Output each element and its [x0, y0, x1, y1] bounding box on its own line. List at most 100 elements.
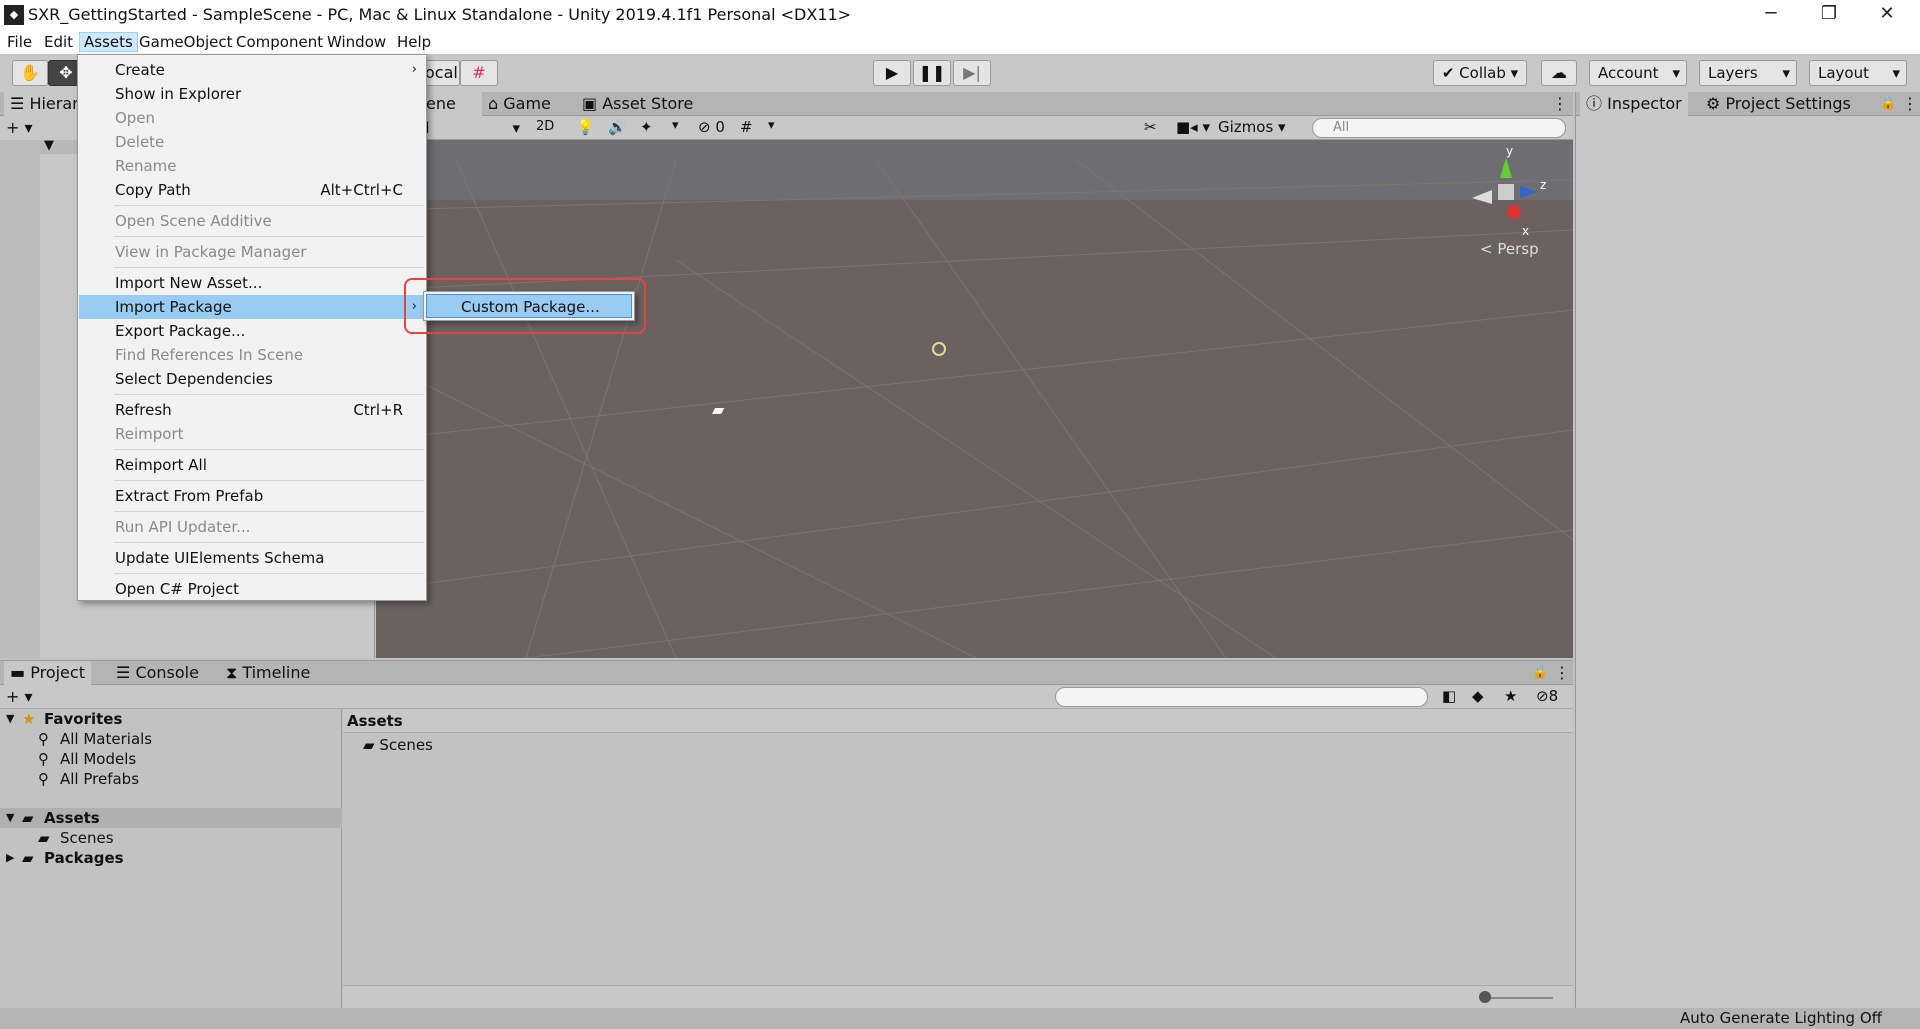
menu-item-open-csharp-project[interactable]: Open C# Project	[79, 577, 425, 601]
panel-menu-icon[interactable]: ⋮	[1546, 92, 1574, 116]
perspective-toggle[interactable]: < Persp	[1480, 240, 1539, 258]
list-icon: ☰	[10, 94, 25, 113]
audio-toggle-icon[interactable]: 🔊	[608, 118, 627, 136]
menu-item-import-new-asset[interactable]: Import New Asset...	[79, 271, 425, 295]
close-icon[interactable]: ✕	[1858, 0, 1916, 30]
filter-label-icon[interactable]: ◆	[1472, 687, 1484, 705]
menu-item-extract-from-prefab[interactable]: Extract From Prefab	[79, 484, 425, 508]
expand-arrow-icon[interactable]: ▼	[44, 138, 54, 153]
title-bar: ◆ SXR_GettingStarted - SampleScene - PC,…	[0, 0, 1920, 30]
search-icon: ⚲	[38, 750, 49, 768]
hidden-packages-counter[interactable]: ⊘8	[1536, 687, 1558, 705]
menu-separator	[114, 205, 424, 206]
tree-packages[interactable]: ▶ ▰ Packages	[0, 848, 342, 868]
menu-item-find-references: Find References In Scene	[115, 346, 304, 364]
tab-game[interactable]: ⌂ Game	[482, 92, 557, 116]
menu-component[interactable]: Component	[232, 32, 327, 52]
grid-snap-icon[interactable]: #	[460, 60, 498, 86]
step-button-icon[interactable]: ▶|	[953, 60, 991, 86]
scene-grid: ▰	[376, 140, 1573, 658]
search-icon: ⚲	[38, 730, 49, 748]
menu-item-refresh[interactable]: Refresh Ctrl+R	[79, 398, 425, 422]
minimize-icon[interactable]: ─	[1742, 0, 1800, 30]
menu-item-select-dependencies[interactable]: Select Dependencies	[79, 367, 425, 391]
menu-item-import-package[interactable]: Import Package ›	[79, 295, 425, 319]
filter-type-icon[interactable]: ◧	[1442, 687, 1456, 705]
project-tabbar: ▬ Project ☰ Console ⧗ Timeline 🔒 ⋮	[0, 661, 1573, 685]
add-icon[interactable]: + ▾	[6, 118, 33, 137]
shading-mode-dropdown[interactable]: d▾	[420, 119, 520, 137]
menu-item-reimport-all[interactable]: Reimport All	[79, 453, 425, 477]
menu-item-open-scene-additive: Open Scene Additive	[115, 212, 272, 230]
tree-favorite-item[interactable]: ⚲ All Models	[0, 749, 342, 769]
menu-item-export-package[interactable]: Export Package...	[79, 319, 425, 343]
annotation-highlight	[404, 278, 646, 334]
effects-toggle-icon[interactable]: ✦	[640, 118, 653, 136]
tree-favorite-item[interactable]: ⚲ All Materials	[0, 729, 342, 749]
tab-asset-store[interactable]: ▣ Asset Store	[576, 92, 699, 116]
collab-button[interactable]: ✔ Collab ▾	[1433, 60, 1527, 86]
pause-button-icon[interactable]: ❚❚	[913, 60, 951, 86]
layout-dropdown[interactable]: Layout ▾	[1809, 60, 1907, 86]
menu-file[interactable]: File	[3, 32, 36, 52]
restore-icon[interactable]: ❐	[1800, 0, 1858, 30]
tab-project[interactable]: ▬ Project	[4, 661, 91, 685]
unity-logo-icon: ◆	[4, 5, 24, 25]
tab-project-settings[interactable]: ⚙ Project Settings	[1700, 92, 1857, 116]
tree-assets-scenes[interactable]: ▰ Scenes	[0, 828, 342, 848]
folder-icon: ▰	[363, 736, 375, 754]
tab-inspector[interactable]: ⓘ Inspector	[1580, 92, 1688, 116]
play-button-icon[interactable]: ▶	[873, 60, 911, 86]
gizmos-dropdown[interactable]: Gizmos ▾	[1218, 118, 1298, 136]
menu-item-update-uielements-schema[interactable]: Update UIElements Schema	[79, 546, 425, 570]
menu-separator	[114, 449, 424, 450]
grid-dropdown-icon[interactable]: ▾	[768, 118, 775, 133]
orientation-gizmo[interactable]	[1466, 148, 1546, 238]
window-title: SXR_GettingStarted - SampleScene - PC, M…	[28, 5, 852, 24]
2d-toggle[interactable]: 2D	[536, 119, 554, 134]
account-dropdown[interactable]: Account ▾	[1589, 60, 1687, 86]
tab-console[interactable]: ☰ Console	[110, 661, 205, 685]
gamepad-icon: ⌂	[488, 94, 499, 113]
inspector-menu-icon[interactable]: ⋮	[1896, 92, 1920, 116]
create-icon[interactable]: + ▾	[6, 687, 33, 706]
scene-viewport[interactable]: ▰ y z x < Persp	[376, 140, 1573, 658]
project-search-input[interactable]	[1055, 687, 1428, 707]
menu-item-copy-path[interactable]: Copy Path Alt+Ctrl+C	[79, 178, 425, 202]
eye-slash-icon: ⊘	[698, 118, 711, 136]
menu-help[interactable]: Help	[393, 32, 435, 52]
project-panel: ▬ Project ☰ Console ⧗ Timeline 🔒 ⋮ + ▾ ◧…	[0, 660, 1573, 1009]
layers-dropdown[interactable]: Layers ▾	[1699, 60, 1797, 86]
tree-assets[interactable]: ▼ ▰ Assets	[0, 808, 342, 828]
tools-icon[interactable]: ✂	[1144, 118, 1157, 136]
lighting-toggle-icon[interactable]: 💡	[576, 118, 595, 136]
hidden-objects-counter[interactable]: ⊘ 0	[698, 118, 725, 136]
chevron-right-icon: ›	[411, 62, 417, 77]
menu-item-create[interactable]: Create ›	[79, 58, 425, 82]
project-menu-icon[interactable]: ⋮	[1548, 661, 1576, 685]
zoom-slider-handle[interactable]	[1479, 991, 1491, 1003]
tab-timeline[interactable]: ⧗ Timeline	[220, 661, 316, 685]
tree-favorite-item[interactable]: ⚲ All Prefabs	[0, 769, 342, 789]
zoom-slider-track[interactable]	[1483, 997, 1553, 999]
tree-favorites[interactable]: ▼ ★ Favorites	[0, 709, 342, 729]
menu-gameobject[interactable]: GameObject	[135, 32, 237, 52]
cloud-icon[interactable]: ☁	[1541, 60, 1577, 86]
hand-tool-icon[interactable]: ✋	[12, 60, 48, 86]
menu-window[interactable]: Window	[323, 32, 390, 52]
search-icon: ⚲	[38, 770, 49, 788]
hierarchy-gutter	[0, 140, 40, 658]
list-item[interactable]: ▰ Scenes	[363, 735, 433, 755]
scene-search-input[interactable]: All	[1312, 118, 1566, 138]
menu-edit[interactable]: Edit	[40, 32, 77, 52]
camera-icon[interactable]: ■◂ ▾	[1176, 118, 1210, 136]
menu-item-show-in-explorer[interactable]: Show in Explorer	[79, 82, 425, 106]
inspector-tabbar: ⓘ Inspector ⚙ Project Settings 🔒 ⋮	[1576, 92, 1920, 116]
console-icon: ☰	[116, 663, 131, 682]
effects-dropdown-icon[interactable]: ▾	[672, 118, 679, 133]
favorite-star-icon[interactable]: ★	[1504, 687, 1517, 705]
grid-toggle-icon[interactable]: #	[740, 118, 753, 136]
tab-scene[interactable]: ene	[420, 92, 482, 116]
menu-assets[interactable]: Assets	[79, 32, 138, 52]
folder-icon: ▬	[10, 663, 26, 682]
